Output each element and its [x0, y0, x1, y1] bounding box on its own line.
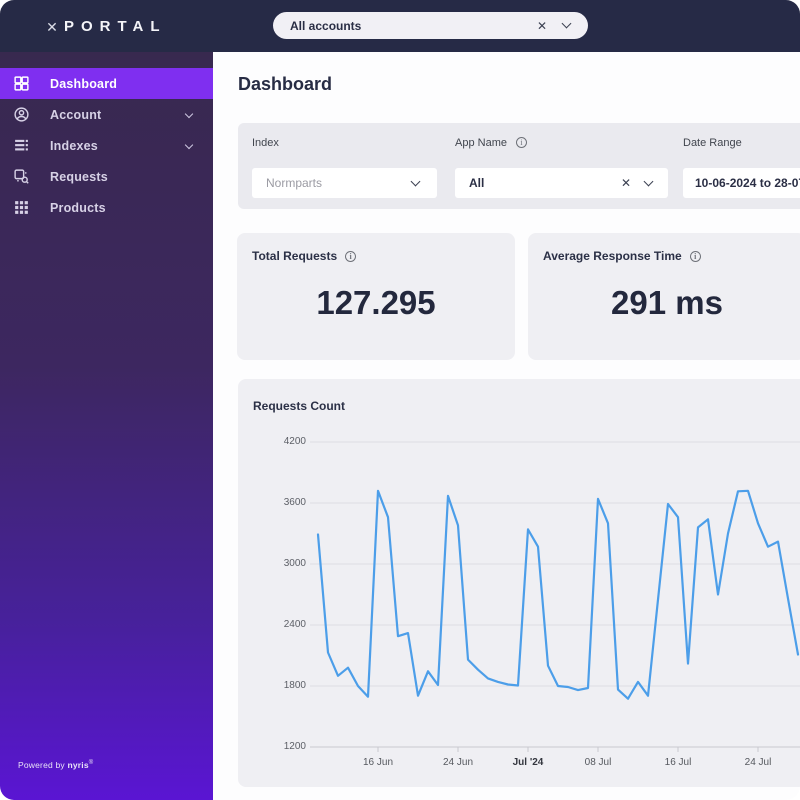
user-circle-icon	[13, 106, 30, 123]
avg-response-time-value: 291 ms	[528, 284, 800, 322]
sidebar-item-indexes[interactable]: Indexes	[0, 130, 213, 161]
sidebar-item-label: Requests	[50, 170, 108, 184]
powered-by-text: Powered by	[18, 760, 67, 770]
stat-card-total-requests: Total Requests i 127.295	[237, 233, 515, 360]
sidebar-item-account[interactable]: Account	[0, 99, 213, 130]
chevron-down-icon	[411, 176, 421, 186]
chevron-down-icon	[185, 109, 193, 117]
topbar: ✕ PORTAL All accounts ✕	[0, 0, 800, 52]
powered-by-nyris: Powered by nyris®	[18, 760, 93, 770]
index-select[interactable]: Normparts	[252, 168, 437, 198]
filter-bar: Index App Name i Date Range Normparts Al…	[238, 123, 800, 209]
app-name-select[interactable]: All ✕	[455, 168, 668, 198]
requests-count-line-chart: 42003600300024001800120016 Jun24 JunJul …	[238, 379, 800, 787]
app-name-label-text: App Name	[455, 137, 507, 149]
date-range-input[interactable]: 10-06-2024 to 28-07-2024	[683, 168, 800, 198]
page-title: Dashboard	[238, 74, 332, 95]
info-icon[interactable]: i	[345, 251, 356, 262]
registered-mark: ®	[89, 760, 94, 766]
info-icon[interactable]: i	[690, 251, 701, 262]
account-selector-value: All accounts	[290, 19, 537, 33]
sidebar-nav: Dashboard Account	[0, 68, 213, 223]
chevron-down-icon	[644, 176, 654, 186]
nyris-brand: nyris	[67, 760, 88, 770]
clear-app-icon[interactable]: ✕	[621, 176, 631, 190]
stat-card-title-text: Average Response Time	[543, 249, 682, 263]
index-filter-label: Index	[252, 137, 279, 149]
sidebar-item-label: Account	[50, 108, 101, 122]
list-rows-icon	[13, 137, 30, 154]
sidebar-item-products[interactable]: Products	[0, 192, 213, 223]
sidebar-item-requests[interactable]: Requests	[0, 161, 213, 192]
info-icon[interactable]: i	[516, 137, 527, 148]
stat-card-avg-response-time: Average Response Time i 291 ms	[528, 233, 800, 360]
image-search-icon	[13, 168, 30, 185]
app-name-select-value: All	[469, 176, 621, 190]
date-range-filter-label: Date Range	[683, 137, 742, 149]
sidebar-item-label: Products	[50, 201, 106, 215]
stat-card-title: Total Requests i	[252, 249, 356, 263]
stat-card-title: Average Response Time i	[543, 249, 701, 263]
app-name-filter-label: App Name i	[455, 137, 527, 149]
menu-close-button[interactable]: ✕	[42, 17, 62, 37]
date-range-value: 10-06-2024 to 28-07-2024	[695, 176, 800, 190]
clear-account-icon[interactable]: ✕	[537, 19, 547, 33]
sidebar-item-label: Indexes	[50, 139, 98, 153]
stat-card-title-text: Total Requests	[252, 249, 337, 263]
requests-count-chart-panel: Requests Count 4200360030002400180012001…	[238, 379, 800, 787]
dashboard-grid-icon	[13, 75, 30, 92]
sidebar-item-dashboard[interactable]: Dashboard	[0, 68, 213, 99]
portal-dashboard-screen: ✕ PORTAL All accounts ✕ Dashboard	[0, 0, 800, 800]
portal-logo: PORTAL	[64, 18, 167, 35]
sidebar-item-label: Dashboard	[50, 77, 117, 91]
index-select-value: Normparts	[266, 176, 412, 190]
grid-dots-icon	[13, 199, 30, 216]
chevron-down-icon[interactable]	[562, 19, 572, 29]
total-requests-value: 127.295	[237, 284, 515, 322]
close-icon: ✕	[46, 19, 58, 35]
chevron-down-icon	[185, 140, 193, 148]
account-selector[interactable]: All accounts ✕	[273, 12, 588, 39]
sidebar: Dashboard Account	[0, 52, 213, 800]
